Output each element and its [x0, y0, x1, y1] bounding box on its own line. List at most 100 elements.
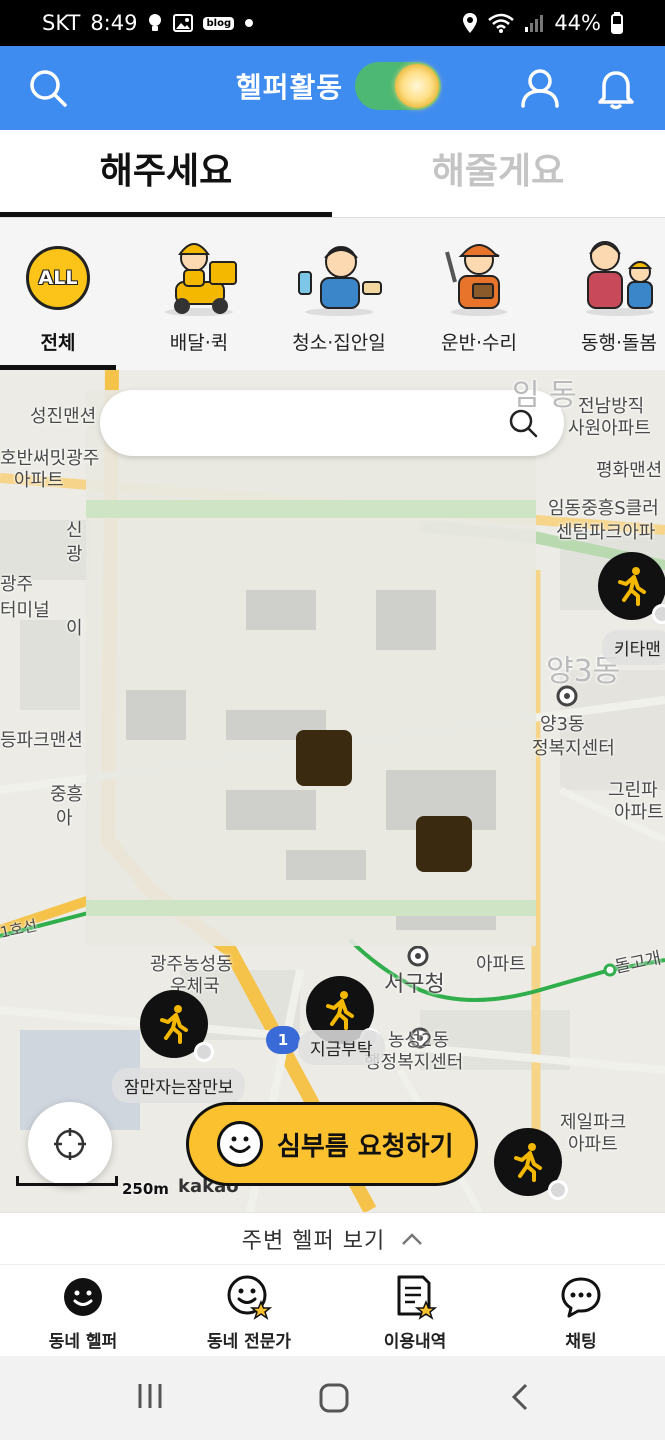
map-scale: 250m [16, 1176, 169, 1198]
runner-icon [618, 567, 646, 606]
tab-request[interactable]: 해주세요 [0, 130, 332, 217]
search-icon [30, 70, 67, 107]
nav-neighborhood-helper[interactable]: 동네 헬퍼 [8, 1275, 158, 1352]
chevron-up-icon [402, 1232, 423, 1245]
search-button[interactable] [26, 66, 70, 110]
bell-icon [598, 71, 634, 110]
chat-bubble-icon [506, 1275, 656, 1319]
battery-percent: 44% [554, 11, 601, 35]
nav-usage-history[interactable]: 이용내역 [340, 1275, 490, 1352]
nav-label: 동네 전문가 [206, 1332, 292, 1352]
category-cleaning[interactable]: 청소·집안일 [272, 218, 406, 370]
cleaning-person-icon [291, 232, 387, 322]
delivery-rider-icon [154, 232, 244, 322]
elder-child-icon [578, 232, 662, 322]
status-bar: SKT 8:49 blog 44% [0, 0, 665, 46]
map-label: 센텀파크아파 [556, 522, 656, 543]
map-label: 아 [56, 808, 73, 829]
nearby-helpers-toggle[interactable]: 주변 헬퍼 보기 [0, 1212, 665, 1264]
gallery-icon [173, 14, 194, 32]
nav-neighborhood-expert[interactable]: 동네 전문가 [174, 1275, 324, 1352]
scale-text: 250m [122, 1180, 169, 1198]
recent-apps-icon [138, 1384, 162, 1408]
person-icon [521, 69, 559, 108]
helper-name[interactable]: 지금부탁 [298, 1030, 385, 1065]
smile-filled-icon [8, 1275, 158, 1319]
battery-icon [611, 12, 623, 34]
nav-label: 동네 헬퍼 [48, 1332, 118, 1352]
nav-chat[interactable]: 채팅 [506, 1275, 656, 1352]
tab-offer[interactable]: 해줄게요 [332, 130, 664, 217]
blog-notification-icon: blog [203, 16, 235, 30]
profile-button[interactable] [518, 66, 562, 110]
map-label: 중흥 [50, 784, 84, 805]
dot-icon [244, 18, 254, 28]
carrier: SKT [42, 11, 81, 35]
category-label: 전체 [40, 332, 76, 354]
category-all[interactable]: ALL 전체 [0, 218, 116, 370]
clock: 8:49 [90, 11, 138, 35]
map-label: 성진맨션 [30, 406, 97, 427]
map-label: 광주 [0, 574, 34, 595]
map-label: 임동중흥S클러 [548, 498, 659, 519]
map-view[interactable]: 성진맨션 호반써밋광주 아파트 신 광 광주 터미널 이 등파크맨션 중흥 아 … [0, 370, 665, 1212]
category-companion-care[interactable]: 동행·돌봄 [552, 218, 665, 370]
signal-icon [524, 13, 544, 33]
recent-apps-button[interactable] [136, 1382, 164, 1414]
all-badge-icon: ALL [26, 246, 90, 310]
repair-worker-icon [439, 232, 519, 322]
map-label: 서구청 [384, 972, 445, 997]
map-label: 아파트 [476, 954, 526, 975]
category-label: 배달·퀵 [169, 332, 229, 354]
request-errand-button[interactable]: 심부름 요청하기 [186, 1102, 478, 1186]
category-delivery[interactable]: 배달·퀵 [132, 218, 266, 370]
map-search-bar[interactable] [100, 390, 564, 456]
bulb-icon [147, 13, 163, 33]
map-label: 신 [66, 520, 83, 541]
main-tabs: 해주세요 해줄게요 [0, 130, 665, 218]
back-button[interactable] [508, 1382, 532, 1416]
map-label: 임 동 [512, 378, 577, 413]
category-label: 청소·집안일 [292, 332, 386, 354]
helper-activity-title: 헬퍼활동 [236, 71, 344, 104]
toggle-knob [395, 64, 440, 108]
helper-pin[interactable] [140, 990, 214, 1062]
map-label: 아파트 [14, 470, 64, 491]
map-label: 광 [66, 544, 83, 565]
helper-pin[interactable] [494, 1128, 568, 1200]
helper-name[interactable]: 키타맨 [602, 630, 665, 665]
map-label: 정복지센터 [532, 738, 615, 759]
crosshair-icon [54, 1128, 86, 1160]
map-label: 이 [66, 618, 83, 639]
request-errand-label: 심부름 요청하기 [277, 1131, 454, 1162]
map-label: 평화맨션 [596, 460, 663, 481]
home-button[interactable] [318, 1382, 350, 1418]
current-location-button[interactable] [28, 1102, 112, 1186]
nav-label: 채팅 [565, 1332, 597, 1352]
map-label: 아파트 [568, 1134, 618, 1155]
category-moving-repair[interactable]: 운반·수리 [412, 218, 546, 370]
category-label: 운반·수리 [441, 332, 517, 354]
category-bar: ALL 전체 배달·퀵 청소·집안일 운반·수리 동행·돌봄 [0, 218, 665, 370]
app-bar: 헬퍼활동 [0, 46, 665, 130]
nav-label: 이용내역 [383, 1332, 447, 1352]
runner-icon [514, 1143, 542, 1182]
helper-pin[interactable] [598, 552, 665, 624]
system-navigation-bar [0, 1356, 665, 1440]
bottom-navigation: 동네 헬퍼 동네 전문가 이용내역 채팅 [0, 1264, 665, 1356]
runner-icon [326, 991, 354, 1030]
notifications-button[interactable] [594, 66, 638, 110]
map-label: 양3동 [540, 714, 585, 735]
home-icon [319, 1383, 349, 1413]
helper-activity-toggle[interactable] [355, 62, 442, 110]
smile-icon [217, 1121, 263, 1167]
runner-icon [160, 1005, 188, 1044]
map-label: 터미널 [0, 600, 50, 621]
document-star-icon [340, 1275, 490, 1320]
category-label: 동행·돌봄 [581, 332, 657, 354]
map-label: 등파크맨션 [0, 730, 83, 751]
back-chevron-icon [511, 1383, 528, 1411]
smile-star-icon [174, 1275, 324, 1320]
helper-name[interactable]: 잠만자는잠만보 [112, 1068, 246, 1103]
map-label: 아파트 [614, 802, 664, 823]
